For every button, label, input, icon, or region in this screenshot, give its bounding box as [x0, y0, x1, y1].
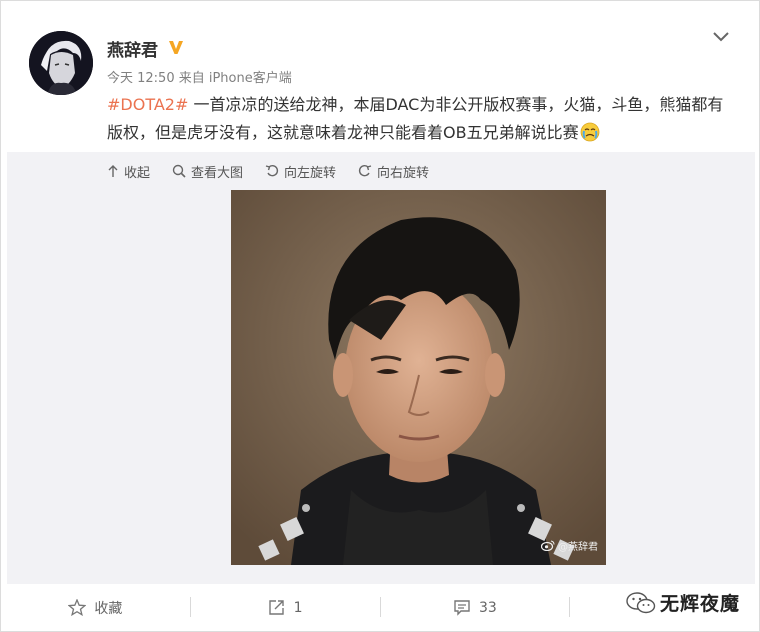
brand-watermark-text: 无辉夜魔 — [660, 593, 741, 615]
avatar-image — [29, 31, 93, 95]
collapse-icon — [108, 165, 118, 177]
rotate-right-icon — [359, 164, 372, 177]
weibo-logo-icon — [541, 540, 555, 551]
comment-count: 33 — [478, 599, 497, 616]
repost-count: 1 — [293, 599, 303, 616]
rotate-left-icon — [265, 164, 279, 177]
brand-watermark: 无辉夜魔 — [626, 589, 740, 616]
rotate-right-label: 向右旋转 — [377, 165, 430, 181]
view-large-label: 查看大图 — [191, 165, 244, 181]
collapse-button[interactable]: 收起 — [107, 162, 150, 181]
collapse-label: 收起 — [124, 165, 151, 181]
wechat-logo-icon — [626, 591, 656, 613]
star-icon — [68, 599, 87, 616]
rotate-right-button[interactable]: 向右旋转 — [358, 162, 429, 181]
post-meta: 今天 12:50 来自 iPhone客户端 — [107, 71, 292, 86]
post-body: 一首凉凉的送给龙神，本届DAC为非公开版权赛事，火猫，斗鱼，熊猫都有版权，但是虎… — [107, 95, 724, 142]
photo-watermark-text: @燕辞君 — [558, 542, 598, 553]
media-box: 收起 查看大图 向左旋转 向右旋转 @燕辞君 — [7, 152, 755, 584]
hashtag-link[interactable]: #DOTA2# — [107, 95, 188, 114]
chevron-down-icon[interactable] — [711, 29, 731, 45]
verified-badge-icon — [169, 41, 183, 54]
favorite-button[interactable]: 收藏 — [1, 584, 190, 631]
search-icon — [172, 164, 186, 178]
view-large-button[interactable]: 查看大图 — [172, 162, 243, 181]
post-text: #DOTA2# 一首凉凉的送给龙神，本届DAC为非公开版权赛事，火猫，斗鱼，熊猫… — [107, 91, 737, 147]
repost-button[interactable]: 1 — [191, 584, 380, 631]
photo-watermark: @燕辞君 — [541, 538, 598, 553]
comment-icon — [454, 600, 470, 616]
repost-icon — [268, 600, 284, 615]
media-toolbar: 收起 查看大图 向左旋转 向右旋转 — [107, 160, 451, 182]
portrait-image — [231, 190, 606, 565]
rotate-left-button[interactable]: 向左旋转 — [265, 162, 336, 181]
weibo-post-card: 燕辞君 今天 12:50 来自 iPhone客户端 #DOTA2# 一首凉凉的送… — [0, 0, 760, 632]
post-photo[interactable]: @燕辞君 — [231, 190, 606, 565]
favorite-label: 收藏 — [94, 600, 123, 617]
avatar[interactable] — [29, 31, 93, 95]
username[interactable]: 燕辞君 — [107, 36, 158, 61]
comment-button[interactable]: 33 — [381, 584, 570, 631]
rotate-left-label: 向左旋转 — [284, 165, 337, 181]
crying-emoji-icon — [580, 122, 599, 142]
